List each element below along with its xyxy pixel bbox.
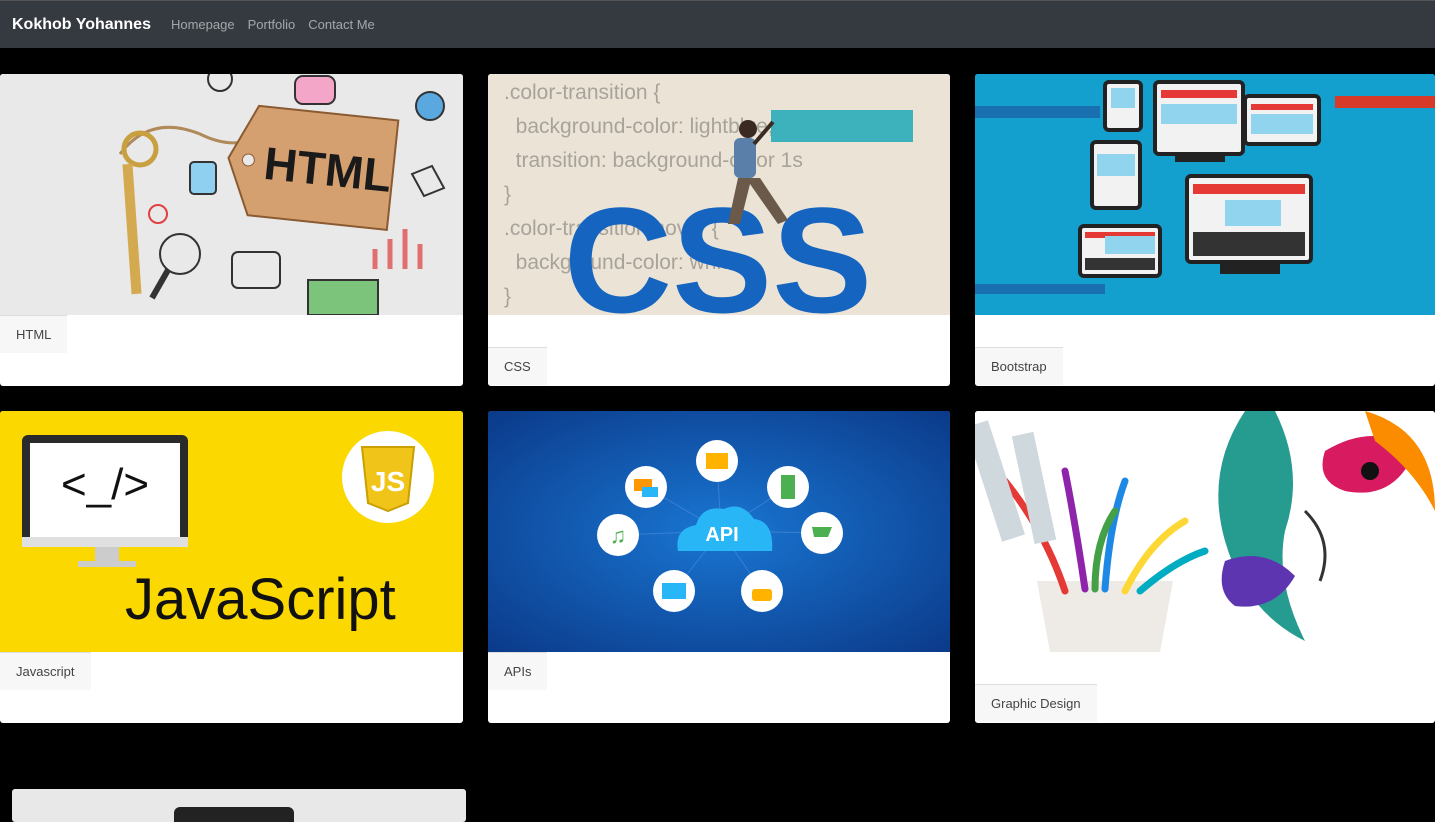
apis-card-footer: APIs — [488, 652, 548, 690]
html-card-footer: HTML — [0, 315, 68, 353]
css-code-line-4: } — [504, 183, 511, 206]
card-bootstrap[interactable]: Bootstrap — [975, 74, 1435, 386]
javascript-card-footer: Javascript — [0, 652, 91, 690]
bootstrap-card-footer: Bootstrap — [975, 347, 1063, 385]
api-label-text: API — [705, 524, 738, 546]
css-code-line-3: transition: background-color 1s — [504, 149, 803, 172]
card-javascript[interactable]: <_/> JS JavaScript Javascript — [0, 411, 463, 723]
navbar: Kokhob Yohannes Homepage Portfolio Conta… — [0, 0, 1435, 48]
css-code-line-7: } — [504, 285, 511, 308]
card-graphic-design[interactable]: Graphic Design — [975, 411, 1435, 723]
graphic-design-card-title: Graphic Design — [991, 696, 1081, 711]
css-card-title: CSS — [504, 359, 531, 374]
css-card-image: .color-transition { background-color: li… — [488, 74, 950, 315]
card-apis[interactable]: API ♫ APIs — [488, 411, 950, 723]
nav-link-contact[interactable]: Contact Me — [308, 17, 374, 32]
js-word-text: JavaScript — [125, 567, 396, 632]
partial-card-image — [174, 807, 294, 822]
css-card-footer: CSS — [488, 347, 547, 385]
css-code-line-1: .color-transition { — [504, 81, 660, 104]
css-logo-text: CSS — [564, 176, 872, 315]
html-card-title: HTML — [16, 327, 52, 342]
nav-link-portfolio[interactable]: Portfolio — [248, 17, 296, 32]
brand-link[interactable]: Kokhob Yohannes — [12, 16, 151, 34]
javascript-card-title: Javascript — [16, 664, 75, 679]
apis-card-title: APIs — [504, 664, 532, 679]
card-html[interactable]: HTML HTML — [0, 74, 463, 386]
svg-text:♫: ♫ — [610, 523, 627, 548]
bootstrap-card-title: Bootstrap — [991, 359, 1047, 374]
card-css[interactable]: .color-transition { background-color: li… — [488, 74, 950, 386]
html-card-image: HTML — [0, 74, 463, 315]
graphic-design-card-footer: Graphic Design — [975, 684, 1097, 722]
nav-link-homepage[interactable]: Homepage — [171, 17, 235, 32]
card-partial[interactable] — [12, 789, 466, 822]
bootstrap-card-image — [975, 74, 1435, 315]
css-code-line-2: background-color: lightblue; — [504, 115, 774, 138]
apis-card-image: API ♫ — [488, 411, 950, 652]
js-code-glyph: <_/> — [61, 460, 149, 509]
javascript-card-image: <_/> JS JavaScript — [0, 411, 463, 652]
js-badge-text: JS — [371, 466, 405, 497]
graphic-design-card-image — [975, 411, 1435, 652]
